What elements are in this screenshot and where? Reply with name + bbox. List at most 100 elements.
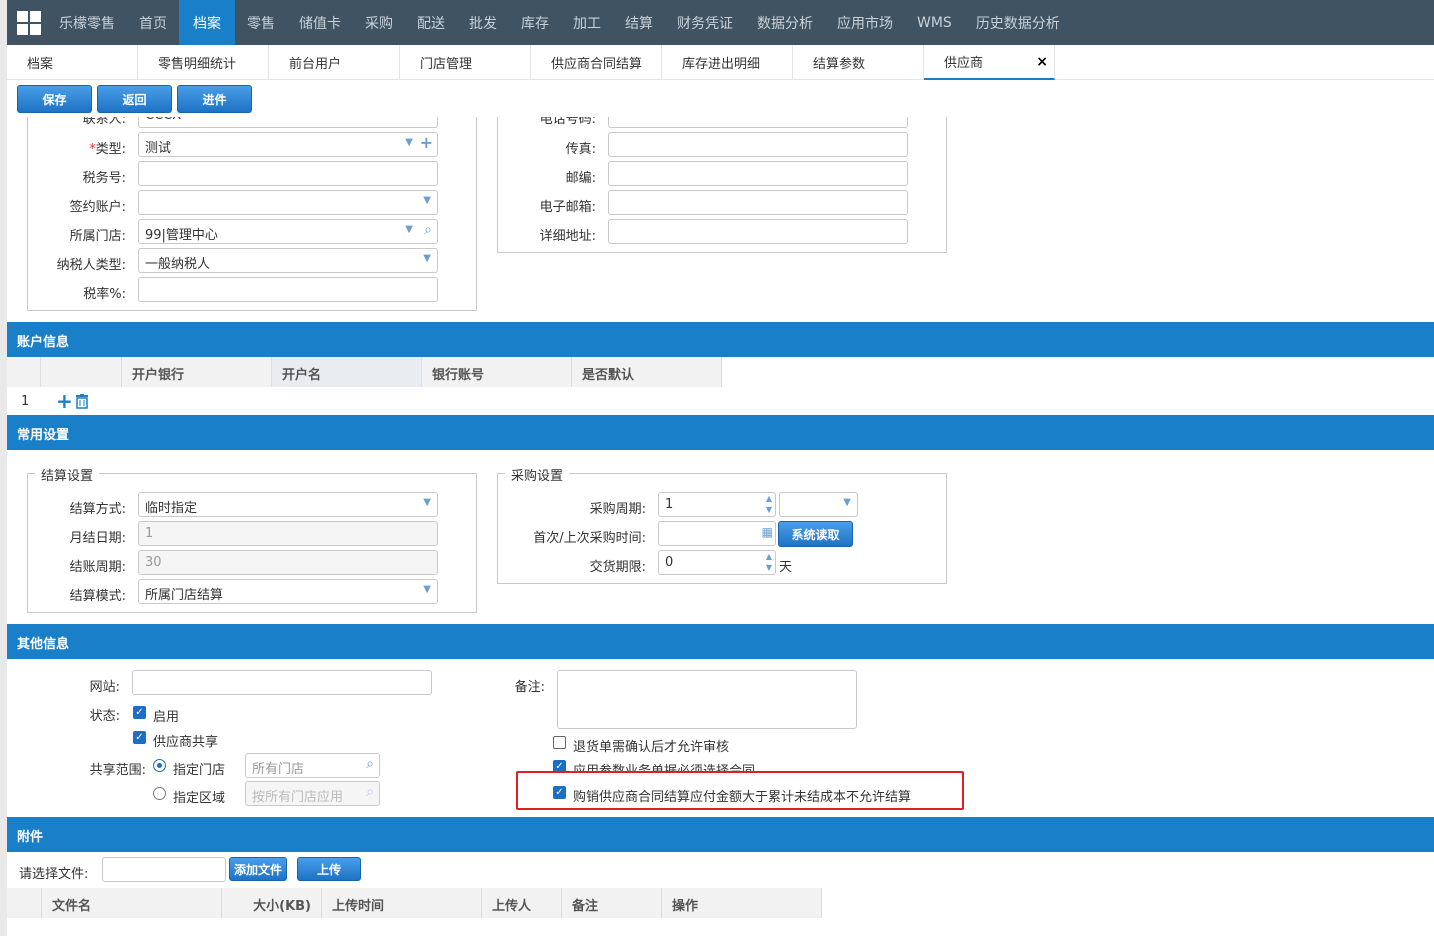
- attach-col-uploader: 上传人: [482, 888, 562, 918]
- first-last-purchase-label: 首次/上次采购时间:: [533, 531, 646, 546]
- opt-contract-required-label: 应用参数业务单据必须选择合同: [573, 760, 755, 771]
- tax-no-label: 税务号:: [82, 171, 126, 186]
- delete-icon[interactable]: [75, 394, 89, 409]
- search-icon[interactable]: ⌕: [424, 222, 432, 238]
- choose-file-label: 请选择文件:: [19, 867, 89, 882]
- fax-input[interactable]: [608, 132, 908, 157]
- website-input[interactable]: [132, 670, 432, 695]
- month-day-input[interactable]: 1: [138, 521, 438, 546]
- address-label: 详细地址:: [539, 229, 596, 244]
- store-scope-placeholder: 所有门店: [252, 762, 305, 777]
- store-select[interactable]: 99|管理中心 ▼ ⌕: [138, 219, 438, 244]
- purchase-cycle-label: 采购周期:: [589, 502, 646, 517]
- nav-item-inventory[interactable]: 库存: [509, 0, 561, 45]
- account-col-number: 银行账号: [422, 357, 572, 387]
- email-input[interactable]: [608, 190, 908, 215]
- contact-input[interactable]: CCCX: [138, 117, 438, 128]
- account-col-name: 开户名: [272, 357, 422, 387]
- month-day-label: 月结日期:: [69, 531, 126, 546]
- back-button[interactable]: 返回: [97, 85, 172, 113]
- settle-legend: 结算设置: [35, 465, 100, 484]
- system-read-button[interactable]: 系统读取: [778, 521, 853, 547]
- specified-area-radio[interactable]: [153, 787, 166, 800]
- phone-input[interactable]: [608, 117, 908, 128]
- attach-col-filename: 文件名: [42, 888, 222, 918]
- tab-supplier-contract-settlement[interactable]: 供应商合同结算: [531, 45, 662, 80]
- attach-col-upload-time: 上传时间: [322, 888, 482, 918]
- nav-item-settlement[interactable]: 结算: [613, 0, 665, 45]
- nav-brand[interactable]: 乐檬零售: [47, 0, 127, 45]
- type-select[interactable]: 测试 ▼ +: [138, 132, 438, 157]
- taxpayer-select[interactable]: 一般纳税人 ▼: [138, 248, 438, 273]
- nav-item-app-market[interactable]: 应用市场: [825, 0, 905, 45]
- tab-archive[interactable]: 档案: [7, 45, 138, 80]
- remark-textarea[interactable]: [557, 670, 857, 729]
- mode-label: 结算模式:: [69, 589, 126, 604]
- stepper-arrows-icon[interactable]: ▲ ▼: [766, 493, 772, 515]
- nav-item-purchase[interactable]: 采购: [353, 0, 405, 45]
- opt-contract-required-checkbox[interactable]: ✓: [553, 760, 566, 771]
- app-grid-icon[interactable]: [11, 0, 47, 45]
- first-last-purchase-input[interactable]: ▦: [658, 521, 776, 546]
- common-section-header: 常用设置: [7, 415, 1434, 450]
- purchase-cycle-value: 1: [665, 497, 674, 512]
- tab-settlement-params[interactable]: 结算参数: [793, 45, 924, 80]
- specified-store-radio[interactable]: [153, 759, 166, 772]
- nav-item-finance-voucher[interactable]: 财务凭证: [665, 0, 745, 45]
- nav-item-wms[interactable]: WMS: [905, 0, 964, 45]
- type-label-text: 类型:: [95, 142, 126, 157]
- share-scope-label: 共享范围:: [89, 763, 146, 778]
- zip-label: 邮编:: [565, 171, 596, 186]
- sign-account-select[interactable]: ▼: [138, 190, 438, 215]
- upload-button[interactable]: 上传: [297, 857, 361, 881]
- nav-item-history-analysis[interactable]: 历史数据分析: [964, 0, 1072, 45]
- shared-supplier-checkbox[interactable]: ✓: [133, 731, 146, 744]
- purchase-cycle-stepper[interactable]: 1 ▲ ▼: [658, 492, 776, 517]
- mode-select[interactable]: 所属门店结算 ▼: [138, 579, 438, 604]
- purchase-legend: 采购设置: [505, 465, 570, 484]
- tab-supplier[interactable]: 供应商 ×: [924, 45, 1055, 80]
- opt-return-confirm-checkbox[interactable]: [553, 736, 566, 749]
- attach-section-header: 附件: [7, 817, 1434, 852]
- calendar-icon[interactable]: ▦: [762, 525, 773, 539]
- purchase-in-button[interactable]: 进件: [177, 85, 252, 113]
- nav-item-home[interactable]: 首页: [127, 0, 179, 45]
- nav-item-archive[interactable]: 档案: [179, 0, 235, 45]
- chevron-down-icon: ▼: [405, 224, 413, 235]
- enabled-checkbox[interactable]: ✓: [133, 706, 146, 719]
- opt-no-settle-checkbox[interactable]: ✓: [553, 786, 566, 799]
- search-icon[interactable]: ⌕: [366, 756, 374, 772]
- tab-retail-detail[interactable]: 零售明细统计: [138, 45, 269, 80]
- add-icon[interactable]: +: [420, 133, 433, 152]
- close-icon[interactable]: ×: [1036, 54, 1048, 70]
- add-file-button[interactable]: 添加文件: [229, 857, 287, 881]
- store-scope-input[interactable]: 所有门店 ⌕: [245, 753, 380, 778]
- nav-item-distribution[interactable]: 配送: [405, 0, 457, 45]
- nav-item-retail[interactable]: 零售: [235, 0, 287, 45]
- settle-method-value: 临时指定: [145, 501, 198, 516]
- purchase-cycle-unit-select[interactable]: ▼: [779, 492, 858, 517]
- tab-store-management[interactable]: 门店管理: [400, 45, 531, 80]
- tax-rate-input[interactable]: [138, 277, 438, 302]
- period-input[interactable]: 30: [138, 550, 438, 575]
- save-button[interactable]: 保存: [17, 85, 92, 113]
- add-row-icon[interactable]: +: [56, 389, 73, 413]
- nav-item-wholesale[interactable]: 批发: [457, 0, 509, 45]
- chevron-down-icon: ▼: [423, 497, 431, 508]
- stepper-arrows-icon[interactable]: ▲ ▼: [766, 551, 772, 573]
- address-input[interactable]: [608, 219, 908, 244]
- tax-no-input[interactable]: [138, 161, 438, 186]
- delivery-stepper[interactable]: 0 ▲ ▼: [658, 550, 776, 575]
- account-table-index-header: [7, 357, 122, 387]
- nav-item-stored-value[interactable]: 储值卡: [287, 0, 353, 45]
- contact-label: 联系人:: [82, 117, 126, 127]
- nav-item-data-analysis[interactable]: 数据分析: [745, 0, 825, 45]
- zip-input[interactable]: [608, 161, 908, 186]
- enabled-label: 启用: [153, 710, 180, 725]
- settle-method-select[interactable]: 临时指定 ▼: [138, 492, 438, 517]
- tab-stock-inout-detail[interactable]: 库存进出明细: [662, 45, 793, 80]
- nav-item-processing[interactable]: 加工: [561, 0, 613, 45]
- file-path-input[interactable]: [102, 857, 226, 882]
- area-scope-input[interactable]: 按所有门店应用 ⌕: [245, 781, 380, 806]
- tab-front-users[interactable]: 前台用户: [269, 45, 400, 80]
